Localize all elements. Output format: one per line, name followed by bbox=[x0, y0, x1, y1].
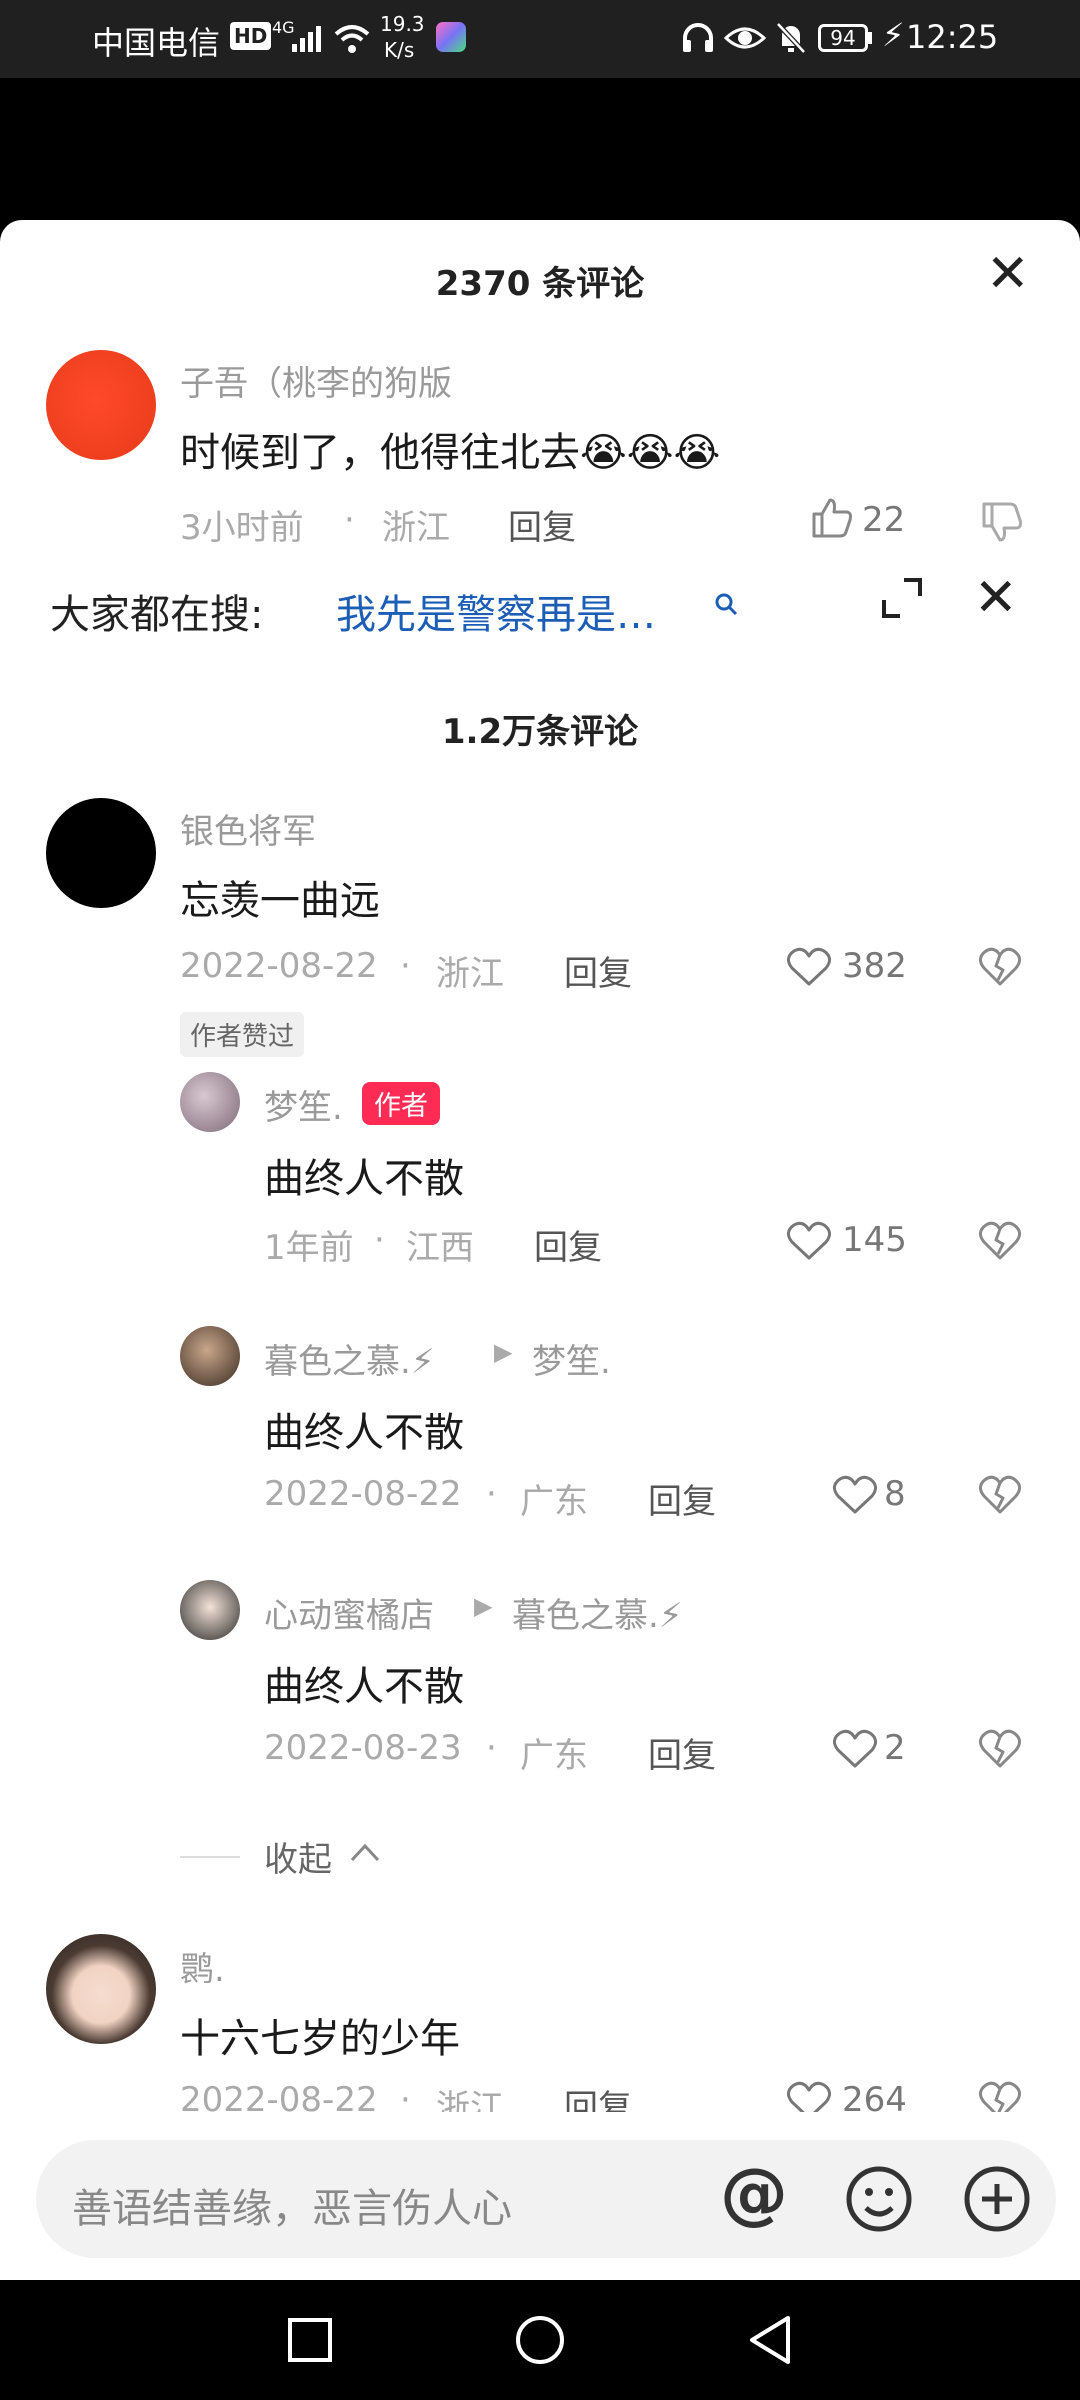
battery-icon: 94 bbox=[818, 24, 868, 52]
comment-text: 时候到了，他得往北去😭😭😭 bbox=[180, 430, 721, 476]
expand-icon[interactable] bbox=[880, 576, 924, 620]
thumb-up-icon[interactable] bbox=[810, 496, 854, 540]
reply-to-user[interactable]: 梦笙. bbox=[532, 1334, 611, 1383]
reply-button[interactable]: 回复 bbox=[648, 1728, 716, 1777]
main-comments-title: 1.2万条评论 bbox=[441, 712, 639, 752]
broken-heart-icon[interactable] bbox=[978, 1728, 1022, 1770]
avatar[interactable] bbox=[46, 1934, 156, 2044]
battery-tip bbox=[868, 32, 872, 44]
reply-date: 2022-08-22 bbox=[264, 1474, 462, 1514]
comment-text: 忘羡一曲远 bbox=[180, 878, 380, 924]
reply-date: 1年前 bbox=[264, 1228, 354, 1268]
reply-user[interactable]: 心动蜜橘店 bbox=[264, 1588, 434, 1637]
reply-button[interactable]: 回复 bbox=[564, 946, 632, 995]
heart-icon[interactable] bbox=[832, 1728, 878, 1770]
reply-text: 曲终人不散 bbox=[264, 1156, 464, 1202]
author-badge: 作者 bbox=[362, 1082, 440, 1125]
reply-location: 广东 bbox=[520, 1736, 588, 1776]
wifi-icon bbox=[334, 25, 370, 53]
reply-to-user[interactable]: 暮色之慕.⚡ bbox=[512, 1588, 683, 1637]
search-suggestion-link[interactable]: 我先是警察再是… bbox=[336, 582, 656, 640]
like-count: 382 bbox=[842, 946, 907, 986]
close-icon[interactable]: ✕ bbox=[986, 248, 1030, 300]
reply-text: 曲终人不散 bbox=[264, 1410, 464, 1456]
at-mention-icon[interactable]: @ bbox=[720, 2154, 788, 2234]
divider bbox=[180, 1856, 240, 1858]
comment-date: 2022-08-22 bbox=[180, 946, 378, 986]
comment-input[interactable]: 善语结善缘，恶言伤人心 @ bbox=[36, 2140, 1056, 2258]
like-count: 145 bbox=[842, 1220, 907, 1260]
avatar[interactable] bbox=[46, 350, 156, 460]
collapse-button[interactable]: 收起 bbox=[264, 1832, 332, 1881]
comment-user[interactable]: 子吾（桃李的狗版 bbox=[180, 356, 452, 405]
search-label: 大家都在搜: bbox=[50, 592, 264, 638]
net-speed: 19.3 bbox=[380, 12, 425, 36]
reply-to-arrow-icon: ▶ bbox=[474, 1592, 493, 1620]
comment-user[interactable]: 银色将军 bbox=[180, 804, 316, 853]
reply-to-arrow-icon: ▶ bbox=[494, 1338, 513, 1366]
dot-separator: · bbox=[486, 1474, 497, 1514]
reply-date: 2022-08-23 bbox=[264, 1728, 462, 1768]
comment-text: 十六七岁的少年 bbox=[180, 2016, 460, 2062]
comment-input-placeholder: 善语结善缘，恶言伤人心 bbox=[72, 2186, 512, 2232]
dot-separator: · bbox=[400, 946, 411, 986]
emoji-icon[interactable] bbox=[844, 2164, 914, 2234]
headphones-icon bbox=[683, 23, 713, 52]
sheet-title: 2370 条评论 bbox=[435, 264, 645, 304]
avatar[interactable] bbox=[180, 1072, 240, 1132]
comment-location: 浙江 bbox=[382, 508, 450, 548]
thumb-down-icon[interactable] bbox=[980, 500, 1024, 544]
status-bar: 中国电信 HD 4G 19.3 K/s 94 ⚡ 12:25 bbox=[0, 0, 1080, 78]
chevron-up-icon[interactable] bbox=[348, 1840, 382, 1864]
signal-icon bbox=[292, 26, 321, 52]
video-area[interactable] bbox=[0, 78, 1080, 220]
heart-icon[interactable] bbox=[786, 946, 832, 988]
reply-user[interactable]: 暮色之慕.⚡ bbox=[264, 1334, 435, 1383]
reply-user[interactable]: 梦笙. bbox=[264, 1080, 343, 1129]
charging-icon: ⚡ bbox=[882, 16, 905, 54]
battery-level: 94 bbox=[830, 26, 856, 50]
dot-separator: · bbox=[486, 1728, 497, 1768]
reply-button[interactable]: 回复 bbox=[534, 1220, 602, 1269]
like-count: 22 bbox=[862, 500, 906, 540]
like-count: 2 bbox=[884, 1728, 906, 1768]
comment-time: 3小时前 bbox=[180, 508, 304, 548]
avatar[interactable] bbox=[180, 1326, 240, 1386]
dot-separator: · bbox=[374, 1220, 385, 1260]
close-icon[interactable]: ✕ bbox=[974, 572, 1018, 624]
add-icon[interactable] bbox=[962, 2164, 1032, 2234]
home-icon[interactable] bbox=[514, 2314, 566, 2366]
reply-location: 江西 bbox=[406, 1228, 474, 1268]
comment-user[interactable]: 鹮. bbox=[180, 1942, 225, 1991]
back-icon[interactable] bbox=[746, 2314, 796, 2366]
like-count: 8 bbox=[884, 1474, 906, 1514]
broken-heart-icon[interactable] bbox=[978, 1220, 1022, 1262]
search-icon[interactable] bbox=[712, 590, 740, 618]
avatar[interactable] bbox=[180, 1580, 240, 1640]
avatar[interactable] bbox=[46, 798, 156, 908]
system-nav-bar bbox=[0, 2280, 1080, 2400]
net-speed-unit: K/s bbox=[384, 38, 415, 62]
dot-separator: · bbox=[344, 500, 355, 540]
clock: 12:25 bbox=[906, 18, 999, 56]
comments-sheet: 2370 条评论 ✕ 子吾（桃李的狗版 时候到了，他得往北去😭😭😭 3小时前 ·… bbox=[0, 220, 1080, 2280]
recent-apps-icon[interactable] bbox=[286, 2316, 334, 2364]
broken-heart-icon[interactable] bbox=[978, 1474, 1022, 1516]
reply-button[interactable]: 回复 bbox=[648, 1474, 716, 1523]
app-icon bbox=[436, 22, 466, 52]
reply-location: 广东 bbox=[520, 1482, 588, 1522]
eye-icon bbox=[724, 27, 766, 49]
author-liked-tag: 作者赞过 bbox=[180, 1012, 305, 1057]
broken-heart-icon[interactable] bbox=[978, 946, 1022, 988]
reply-text: 曲终人不散 bbox=[264, 1664, 464, 1710]
comment-location: 浙江 bbox=[436, 954, 504, 994]
reply-button[interactable]: 回复 bbox=[508, 500, 576, 549]
heart-icon[interactable] bbox=[786, 1220, 832, 1262]
carrier: 中国电信 bbox=[92, 24, 221, 62]
heart-icon[interactable] bbox=[832, 1474, 878, 1516]
mute-bell-icon bbox=[776, 22, 806, 54]
hd-badge: HD bbox=[230, 22, 272, 50]
